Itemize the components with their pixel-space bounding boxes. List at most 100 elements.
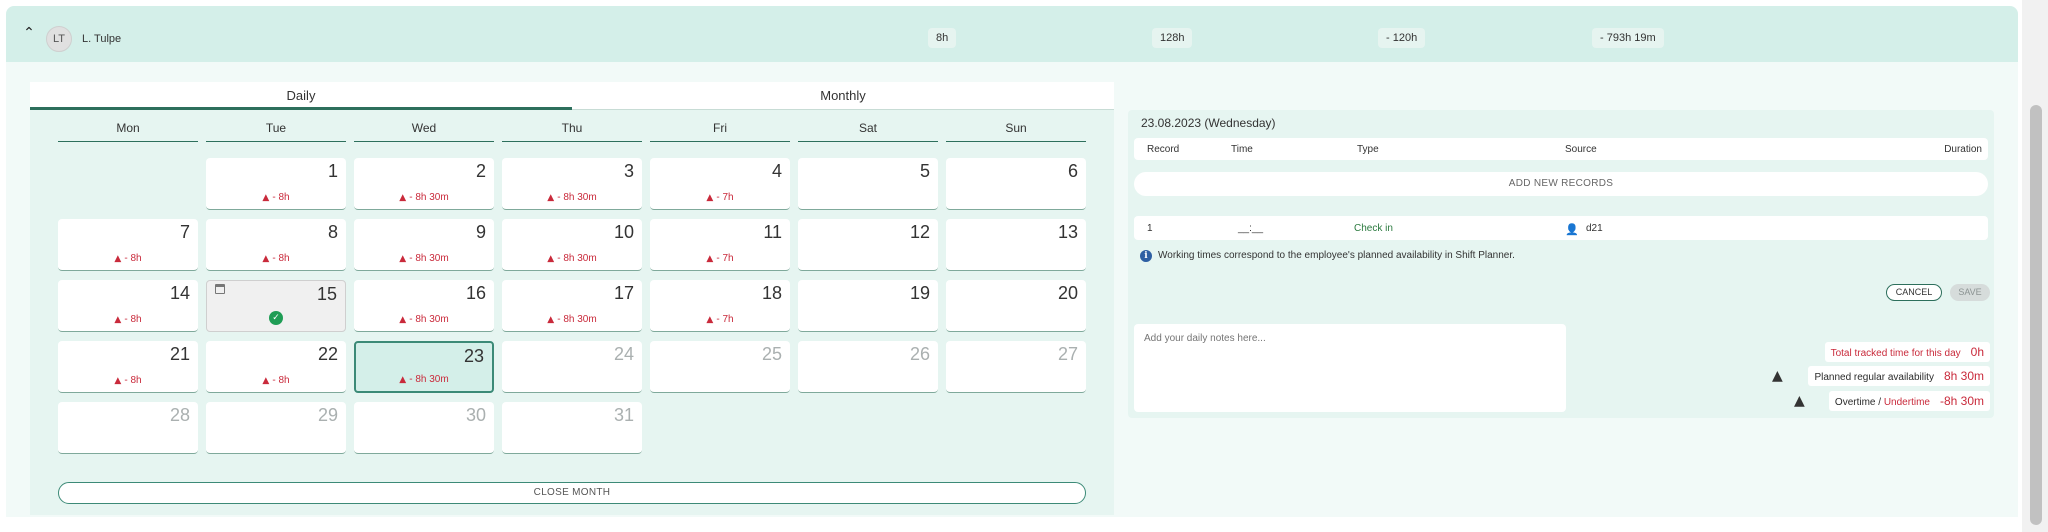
column-source: Source bbox=[1565, 144, 1597, 155]
record-source: d21 bbox=[1586, 223, 1603, 234]
calendar-day[interactable]: 21 ▲ - 8h bbox=[58, 341, 198, 393]
cancel-button[interactable]: CANCEL bbox=[1886, 284, 1942, 301]
warning-icon: ▲ bbox=[399, 315, 407, 325]
weekday-thu: Thu bbox=[502, 118, 642, 142]
day-number: 11 bbox=[763, 222, 782, 242]
calendar-day[interactable]: 18 ▲ - 7h bbox=[650, 280, 790, 332]
missing-time-alert: ▲ - 8h bbox=[58, 253, 198, 264]
table-row[interactable]: 1 __:__ Check in 👤 d21 bbox=[1134, 216, 1988, 240]
calendar-day[interactable]: 26 bbox=[798, 341, 938, 393]
warning-icon: ▲ bbox=[262, 254, 270, 264]
weekday-wed: Wed bbox=[354, 118, 494, 142]
calendar-day[interactable]: 1 ▲ - 8h bbox=[206, 158, 346, 210]
calendar-day[interactable]: 23 ▲ - 8h 30m bbox=[354, 341, 494, 393]
tab-daily[interactable]: Daily bbox=[30, 82, 572, 110]
calendar-day[interactable]: 24 bbox=[502, 341, 642, 393]
missing-time-alert: ▲ - 8h bbox=[206, 192, 346, 203]
tab-monthly[interactable]: Monthly bbox=[572, 82, 1114, 110]
calendar-day[interactable]: 6 bbox=[946, 158, 1086, 210]
calendar-day[interactable]: 19 bbox=[798, 280, 938, 332]
alert-text: - 8h bbox=[272, 375, 290, 386]
day-number: 18 bbox=[761, 283, 782, 303]
day-number: 7 bbox=[179, 222, 190, 242]
calendar-day[interactable]: 22 ▲ - 8h bbox=[206, 341, 346, 393]
calendar-day[interactable]: 16 ▲ - 8h 30m bbox=[354, 280, 494, 332]
warning-icon: ▲ bbox=[262, 193, 270, 203]
calendar-day[interactable]: 25 bbox=[650, 341, 790, 393]
calendar-day[interactable]: 17 ▲ - 8h 30m bbox=[502, 280, 642, 332]
alert-text: - 8h 30m bbox=[557, 192, 597, 203]
day-number: 28 bbox=[169, 405, 190, 425]
warning-icon: ▲ bbox=[1794, 393, 1805, 409]
day-number: 8 bbox=[327, 222, 338, 242]
calendar-day[interactable]: 28 bbox=[58, 402, 198, 454]
stat-daily-hours: 8h bbox=[928, 28, 957, 48]
day-number: 26 bbox=[909, 344, 930, 364]
day-number: 29 bbox=[317, 405, 338, 425]
day-number: 1 bbox=[327, 161, 338, 181]
warning-icon: ▲ bbox=[706, 193, 714, 203]
day-number: 31 bbox=[613, 405, 634, 425]
planned-availability-label: Planned regular availability bbox=[1814, 372, 1934, 383]
calendar-day[interactable]: 7 ▲ - 8h bbox=[58, 219, 198, 271]
calendar-day[interactable]: 11 ▲ - 7h bbox=[650, 219, 790, 271]
chevron-up-icon[interactable]: ⌃ bbox=[20, 24, 38, 42]
calendar-day[interactable]: 12 bbox=[798, 219, 938, 271]
missing-time-alert: ▲ - 8h 30m bbox=[502, 192, 642, 203]
scrollbar-thumb[interactable] bbox=[2030, 105, 2042, 525]
weekday-fri: Fri bbox=[650, 118, 790, 142]
warning-icon: ▲ bbox=[547, 193, 555, 203]
close-month-button[interactable]: CLOSE MONTH bbox=[58, 482, 1086, 504]
day-number: 25 bbox=[761, 344, 782, 364]
calendar-day[interactable]: 15 ✓ bbox=[206, 280, 346, 332]
missing-time-alert: ▲ - 8h bbox=[58, 314, 198, 325]
check-circle-icon: ✓ bbox=[269, 311, 283, 325]
missing-time-alert: ▲ - 8h 30m bbox=[354, 253, 494, 264]
calendar-day[interactable]: 8 ▲ - 8h bbox=[206, 219, 346, 271]
alert-text: - 7h bbox=[716, 253, 734, 264]
calendar-day[interactable]: 2 ▲ - 8h 30m bbox=[354, 158, 494, 210]
calendar-day[interactable]: 20 bbox=[946, 280, 1086, 332]
day-number: 4 bbox=[771, 161, 782, 181]
add-new-records-button[interactable]: ADD NEW RECORDS bbox=[1134, 172, 1988, 196]
day-number: 13 bbox=[1057, 222, 1078, 242]
warning-icon: ▲ bbox=[262, 376, 270, 386]
warning-icon: ▲ bbox=[399, 193, 407, 203]
missing-time-alert: ▲ - 8h 30m bbox=[354, 314, 494, 325]
weekday-sat: Sat bbox=[798, 118, 938, 142]
alert-text: - 8h 30m bbox=[409, 374, 449, 385]
warning-icon: ▲ bbox=[399, 254, 407, 264]
alert-text: - 8h bbox=[272, 253, 290, 264]
info-message: i Working times correspond to the employe… bbox=[1140, 250, 1515, 262]
tracked-time-label: Total tracked time for this day bbox=[1830, 348, 1961, 359]
calendar-day[interactable]: 31 bbox=[502, 402, 642, 454]
calendar-day[interactable]: 29 bbox=[206, 402, 346, 454]
avatar: LT bbox=[46, 26, 72, 52]
alert-text: - 7h bbox=[716, 192, 734, 203]
calendar-day[interactable]: 10 ▲ - 8h 30m bbox=[502, 219, 642, 271]
weekday-tue: Tue bbox=[206, 118, 346, 142]
warning-icon: ▲ bbox=[114, 315, 122, 325]
calendar-day[interactable]: 9 ▲ - 8h 30m bbox=[354, 219, 494, 271]
calendar-day[interactable]: 13 bbox=[946, 219, 1086, 271]
weekday-sun: Sun bbox=[946, 118, 1086, 142]
calendar-day[interactable]: 5 bbox=[798, 158, 938, 210]
calendar-day[interactable]: 14 ▲ - 8h bbox=[58, 280, 198, 332]
calendar-day[interactable]: 27 bbox=[946, 341, 1086, 393]
calendar-day[interactable]: 3 ▲ - 8h 30m bbox=[502, 158, 642, 210]
calendar-day[interactable]: 30 bbox=[354, 402, 494, 454]
daily-notes-input[interactable] bbox=[1134, 324, 1566, 412]
save-button[interactable]: SAVE bbox=[1950, 284, 1990, 301]
record-type[interactable]: Check in bbox=[1354, 223, 1393, 234]
employee-row-header[interactable]: ⌃ LT L. Tulpe 8h 128h - 120h - 793h 19m bbox=[6, 6, 2018, 62]
vertical-scrollbar[interactable] bbox=[2022, 0, 2048, 532]
day-number: 6 bbox=[1067, 161, 1078, 181]
alert-text: - 7h bbox=[716, 314, 734, 325]
record-time[interactable]: __:__ bbox=[1238, 223, 1263, 234]
missing-time-alert: ▲ - 8h bbox=[206, 375, 346, 386]
stat-total-balance: - 793h 19m bbox=[1592, 28, 1664, 48]
summary-planned-availability: Planned regular availability 8h 30m bbox=[1808, 366, 1990, 386]
calendar-day[interactable]: 4 ▲ - 7h bbox=[650, 158, 790, 210]
employee-name: L. Tulpe bbox=[82, 33, 122, 45]
alert-text: - 8h bbox=[124, 314, 142, 325]
